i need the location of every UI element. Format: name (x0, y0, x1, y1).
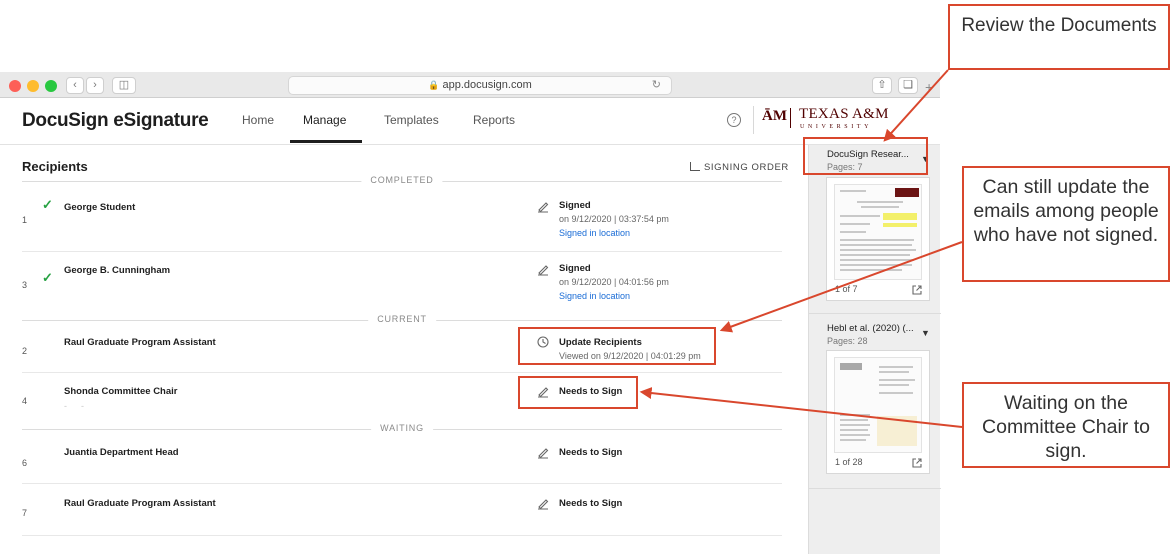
reload-icon[interactable]: ↻ (652, 77, 661, 94)
recipient-order: 3 (22, 280, 28, 290)
tab-home[interactable]: Home (242, 113, 274, 127)
check-icon: ✓ (42, 197, 53, 212)
recipient-name[interactable]: George B. Cunningham (64, 265, 170, 276)
document-thumbnail-card[interactable]: 1 of 28 (826, 350, 930, 474)
highlight-document-header (803, 137, 928, 175)
recipient-order: 7 (22, 508, 28, 518)
status-title: Needs to Sign (559, 447, 623, 458)
app-header: DocuSign eSignature Home Manage Template… (0, 98, 940, 145)
row-divider (22, 535, 782, 536)
callout-update-recipients: Can still update the emails among people… (962, 166, 1170, 282)
back-icon[interactable]: ‹ (66, 77, 84, 94)
section-current: CURRENT (22, 314, 782, 326)
tamu-logo-mark: ĀM (762, 108, 787, 124)
check-icon: ✓ (42, 270, 53, 285)
new-tab-icon[interactable]: + (925, 79, 933, 95)
recipient-name[interactable]: Raul Graduate Program Assistant (64, 498, 216, 509)
signing-order-label: SIGNING ORDER (704, 162, 789, 173)
external-link-icon[interactable] (911, 284, 923, 296)
status-date: on 9/12/2020 | 03:37:54 pm (559, 214, 669, 224)
document-thumbnail (834, 184, 922, 280)
browser-toolbar: ‹ › ◫ 🔒 app.docusign.com ↻ ⇧ ❏ + (0, 72, 940, 98)
tab-templates[interactable]: Templates (384, 113, 439, 127)
pen-icon (538, 265, 549, 276)
section-waiting: WAITING (22, 423, 782, 435)
recipient-name[interactable]: Raul Graduate Program Assistant (64, 337, 216, 348)
document-divider (809, 313, 941, 314)
active-tab-indicator (290, 140, 362, 143)
recipient-order: 1 (22, 215, 28, 225)
recipient-order: 6 (22, 458, 28, 468)
lock-icon: 🔒 (428, 80, 440, 90)
document-thumbnail-card[interactable]: 1 of 7 (826, 177, 930, 301)
tamu-logo-subtitle: UNIVERSITY (800, 124, 872, 130)
share-icon[interactable]: ⇧ (872, 77, 892, 94)
page-indicator: 1 of 28 (835, 457, 863, 467)
tab-manage[interactable]: Manage (303, 113, 346, 127)
recipient-order: 4 (22, 396, 28, 406)
callout-review-documents: Review the Documents (948, 4, 1170, 70)
document-divider (809, 488, 941, 489)
chevron-down-icon[interactable]: ▼ (921, 328, 930, 338)
pen-icon (538, 499, 549, 510)
header-divider (753, 106, 754, 134)
tamu-logo-name: TEXAS A&M (799, 106, 889, 122)
close-window-button[interactable] (9, 80, 21, 92)
brand-logo[interactable]: DocuSign eSignature (22, 110, 209, 132)
zoom-window-button[interactable] (45, 80, 57, 92)
section-completed: COMPLETED (22, 175, 782, 187)
row-divider (22, 372, 782, 373)
sidebar-toggle-icon[interactable]: ◫ (112, 77, 136, 94)
address-bar[interactable]: 🔒 app.docusign.com ↻ (288, 76, 672, 95)
url-text: app.docusign.com (442, 79, 532, 91)
recipient-name[interactable]: Shonda Committee Chair (64, 386, 178, 397)
external-link-icon[interactable] (911, 457, 923, 469)
section-label: COMPLETED (361, 175, 443, 185)
document-name[interactable]: Hebl et al. (2020) (... (827, 323, 914, 334)
page-indicator: 1 of 7 (835, 284, 858, 294)
callout-waiting-on-chair: Waiting on the Committee Chair to sign. (962, 382, 1170, 468)
status-title: Signed (559, 263, 591, 274)
section-label: CURRENT (368, 314, 436, 324)
document-pages: Pages: 28 (827, 336, 868, 346)
signing-order-button[interactable]: SIGNING ORDER (690, 161, 789, 173)
section-label: WAITING (371, 423, 433, 433)
pen-icon (538, 448, 549, 459)
status-title: Needs to Sign (559, 498, 623, 509)
recipients-title: Recipients (22, 159, 88, 174)
highlight-needs-to-sign (518, 376, 638, 409)
documents-pane: DocuSign Resear... Pages: 7 ▼ 1 of 7 Heb… (808, 145, 941, 554)
minimize-window-button[interactable] (27, 80, 39, 92)
row-divider (22, 251, 782, 252)
row-divider (22, 483, 782, 484)
status-date: on 9/12/2020 | 04:01:56 pm (559, 277, 669, 287)
document-thumbnail (834, 357, 922, 453)
status-title: Signed (559, 200, 591, 211)
tab-reports[interactable]: Reports (473, 113, 515, 127)
signed-in-location-link[interactable]: Signed in location (559, 228, 630, 238)
recipient-name[interactable]: George Student (64, 202, 135, 213)
signing-order-icon (690, 162, 700, 171)
recipient-name[interactable]: Juantia Department Head (64, 447, 179, 458)
tamu-logo-divider (790, 108, 791, 128)
recipient-order: 2 (22, 346, 28, 356)
pen-icon (538, 202, 549, 213)
tabs-overview-icon[interactable]: ❏ (898, 77, 918, 94)
forward-icon[interactable]: › (86, 77, 104, 94)
highlight-update-recipients (518, 327, 716, 365)
recipient-email-redacted: -- (64, 401, 98, 411)
help-icon[interactable]: ? (727, 113, 741, 127)
signed-in-location-link[interactable]: Signed in location (559, 291, 630, 301)
